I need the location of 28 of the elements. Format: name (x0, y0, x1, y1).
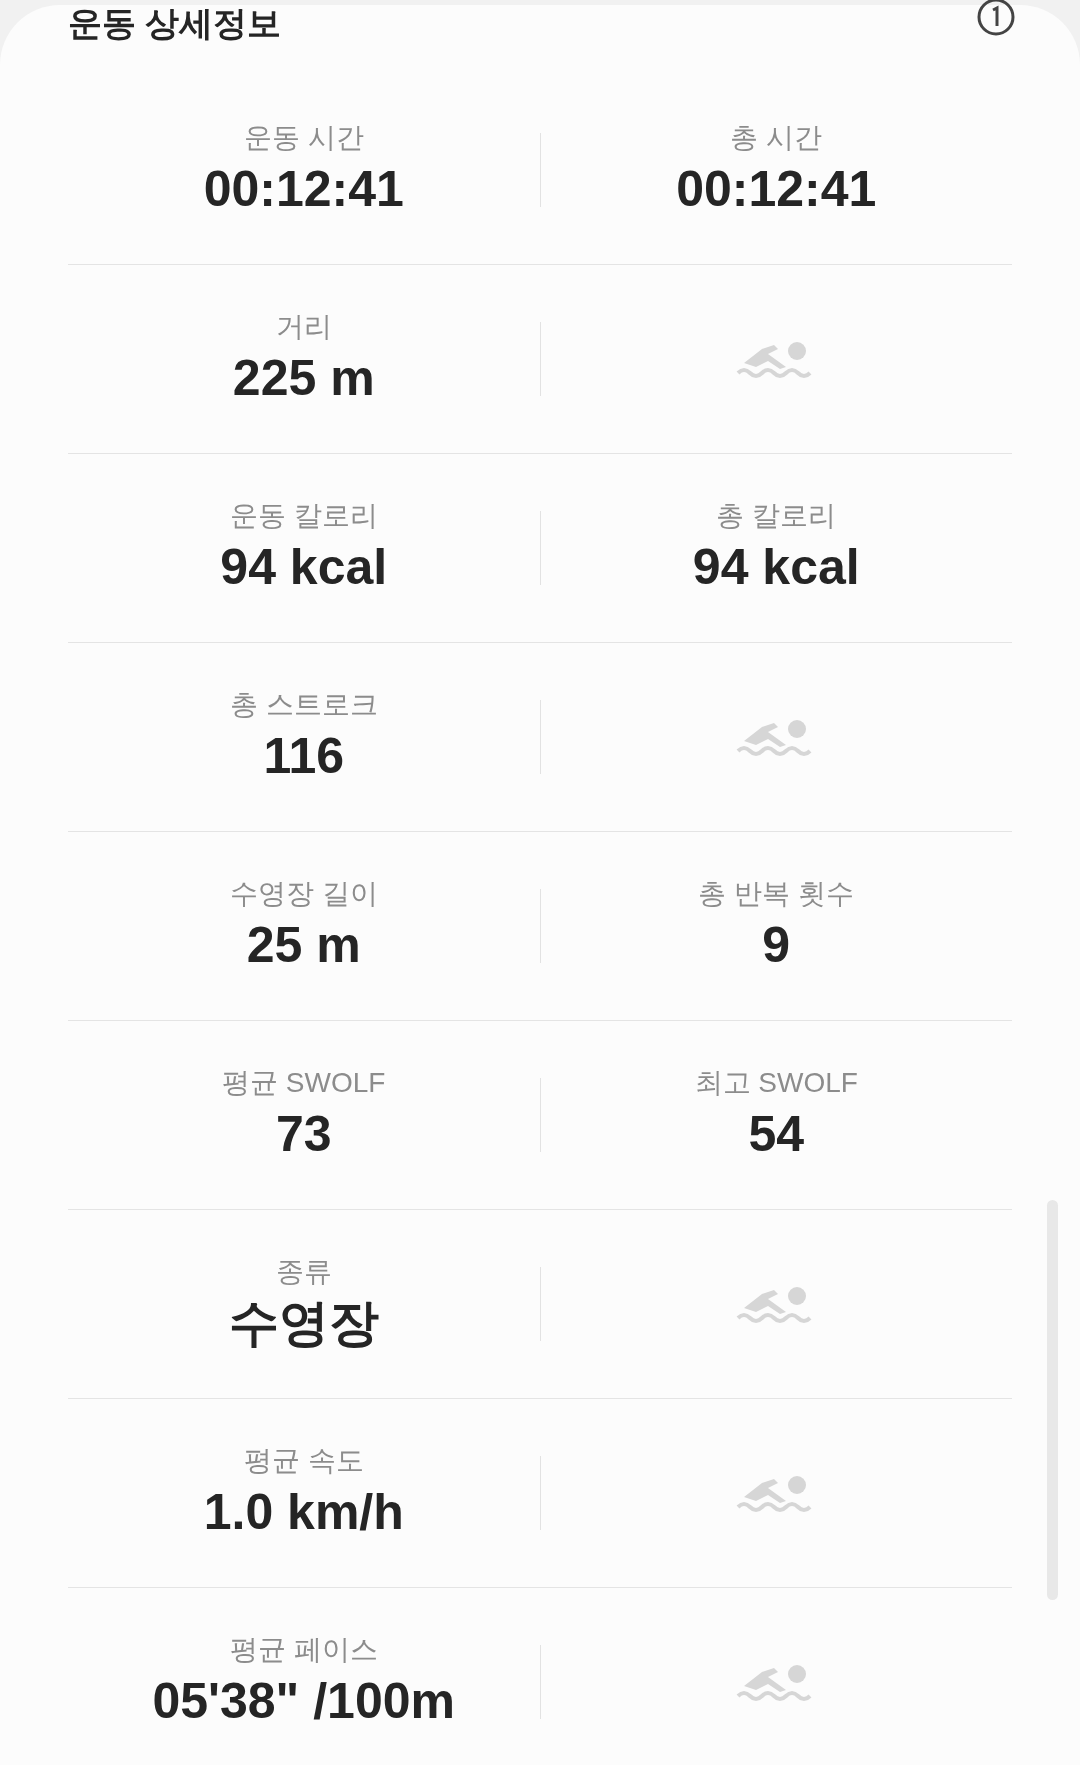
stat-label: 총 스트로크 (229, 688, 378, 722)
stat-label: 거리 (275, 310, 332, 344)
stat-value: 05'38" /100m (152, 1672, 455, 1731)
stat-label: 총 칼로리 (716, 499, 837, 533)
stat-value: 54 (748, 1105, 805, 1164)
stat-label: 종류 (275, 1255, 332, 1289)
stat-label: 수영장 길이 (229, 877, 378, 911)
stat-value: 94 kcal (220, 538, 388, 597)
stat-value: 116 (263, 727, 345, 786)
info-icon[interactable] (976, 0, 1016, 37)
stat-value: 225 m (232, 349, 375, 408)
stat-label: 총 반복 횟수 (698, 877, 855, 911)
stat-value: 수영장 (228, 1294, 379, 1353)
stat-label: 평균 SWOLF (222, 1066, 386, 1100)
stat-value: 1.0 km/h (203, 1483, 404, 1542)
stat-value: 94 kcal (692, 538, 860, 597)
stat-value: 9 (762, 916, 791, 975)
stat-value: 00:12:41 (203, 160, 404, 219)
stat-value: 73 (275, 1105, 332, 1164)
stat-label: 운동 시간 (243, 121, 364, 155)
stat-value: 25 m (246, 916, 361, 975)
stat-label: 최고 SWOLF (694, 1066, 858, 1100)
stat-label: 평균 페이스 (229, 1633, 378, 1667)
section-title: 운동 상세정보 (68, 5, 282, 41)
stat-label: 총 시간 (730, 121, 823, 155)
stat-value: 00:12:41 (676, 160, 877, 219)
stat-label: 평균 속도 (243, 1444, 364, 1478)
stat-label: 운동 칼로리 (229, 499, 378, 533)
